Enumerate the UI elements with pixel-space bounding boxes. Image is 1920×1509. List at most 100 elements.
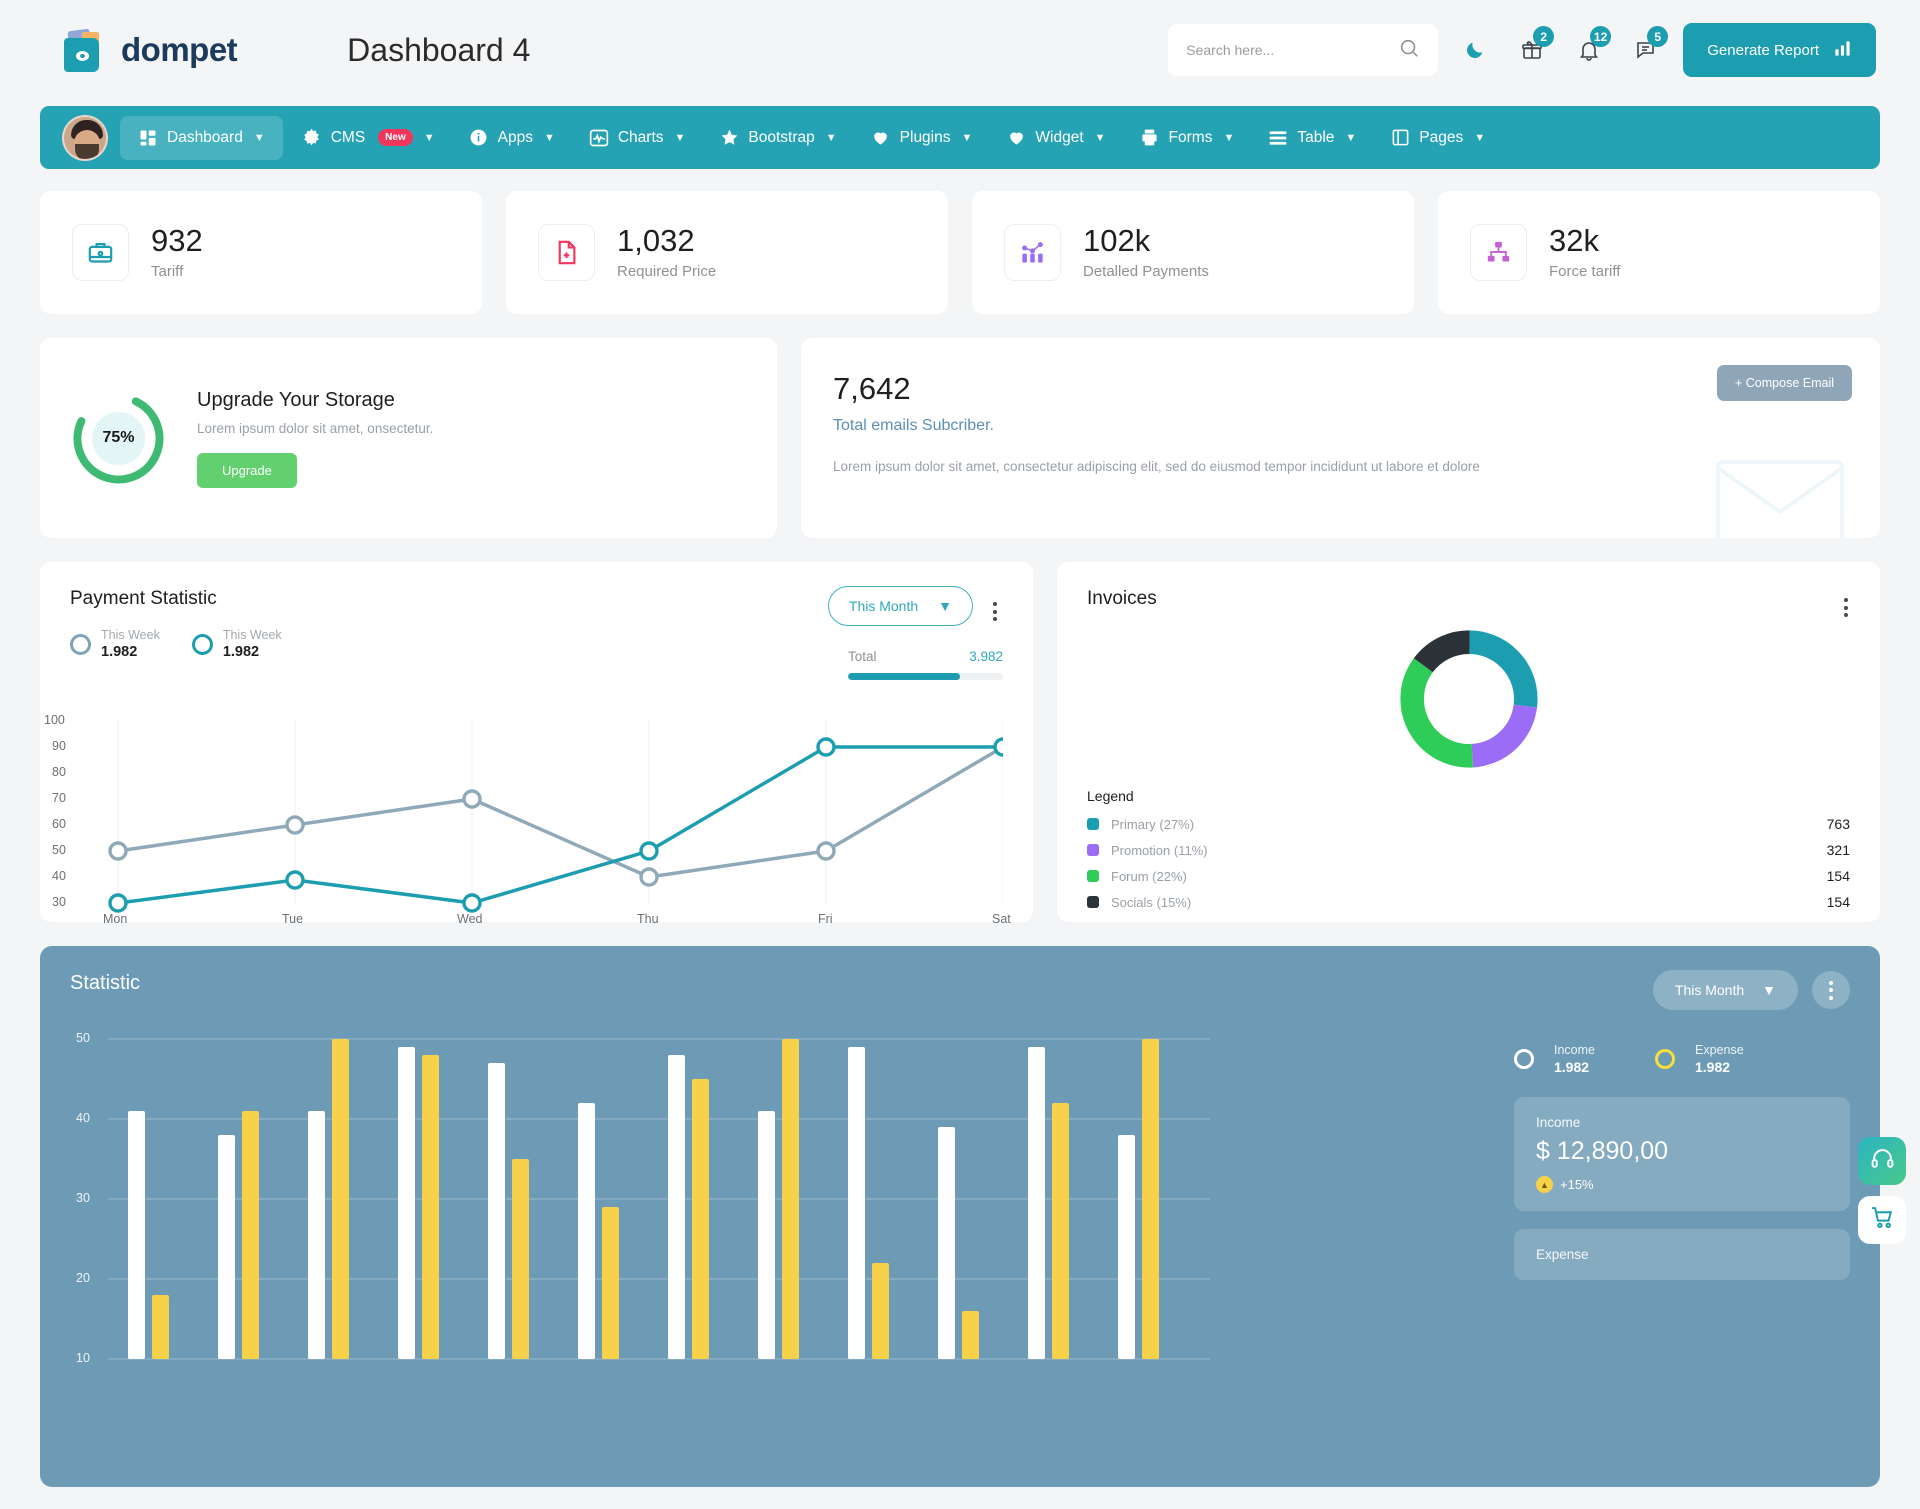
- email-subscriber-link[interactable]: Total emails Subcriber.: [833, 417, 1848, 435]
- search-icon[interactable]: [1398, 37, 1420, 64]
- statistic-menu-button[interactable]: [1812, 971, 1850, 1009]
- cart-button[interactable]: [1858, 1196, 1906, 1244]
- dark-mode-toggle[interactable]: [1455, 30, 1495, 70]
- nav-item-pages[interactable]: Pages ▼: [1375, 116, 1500, 160]
- stat-label: Force tariff: [1549, 263, 1621, 281]
- total-progress-bar: [848, 673, 1003, 680]
- info-icon: [469, 128, 489, 148]
- invoices-legend-title: Legend: [1087, 788, 1134, 804]
- stat-cards-row: 932 Tariff 1,032 Required Price 102k Det…: [40, 191, 1880, 314]
- legend-label: This Week: [101, 628, 160, 642]
- heart-icon: [1006, 128, 1026, 148]
- payment-statistic-card: Payment Statistic This Week 1.982 This W…: [40, 562, 1033, 926]
- nav-item-widget[interactable]: Widget ▼: [991, 116, 1120, 160]
- chevron-down-icon: ▼: [1223, 131, 1235, 144]
- nav-item-forms[interactable]: Forms ▼: [1125, 116, 1250, 160]
- statistic-bar-chart: 50 40 30 20 10: [70, 1015, 1486, 1435]
- chevron-down-icon: ▼: [1762, 982, 1776, 998]
- legend-label: Forum (22%): [1111, 868, 1187, 884]
- statistic-range-selector[interactable]: This Month ▼: [1652, 970, 1798, 1010]
- invoices-card: Invoices Legend Primary (27%) 763 Promot…: [1057, 562, 1880, 922]
- legend-item: Income 1.982: [1514, 1043, 1595, 1075]
- expense-label: Expense: [1536, 1247, 1589, 1262]
- legend-ring-icon: [70, 633, 91, 655]
- legend-label: Socials (15%): [1111, 894, 1192, 910]
- nav-item-plugins[interactable]: Plugins ▼: [856, 116, 988, 160]
- storage-progress-ring: 75%: [70, 390, 167, 487]
- legend-label: Income: [1554, 1043, 1595, 1057]
- gear-icon: [302, 128, 322, 148]
- invoices-menu-button[interactable]: [1838, 582, 1854, 633]
- nav-item-table[interactable]: Table ▼: [1253, 116, 1371, 160]
- app-header: dompet Dashboard 4 2: [0, 0, 1920, 100]
- notifications-button[interactable]: 12: [1569, 26, 1612, 70]
- arrow-up-icon: ▲: [1536, 1176, 1553, 1193]
- messages-badge: 5: [1647, 26, 1669, 47]
- stat-card-required-price[interactable]: 1,032 Required Price: [506, 191, 948, 314]
- page-icon: [1390, 128, 1410, 148]
- nav-item-dashboard[interactable]: Dashboard ▼: [120, 115, 283, 160]
- statistic-title: Statistic: [70, 972, 141, 994]
- legend-item: This Week 1.982: [191, 628, 282, 660]
- nav-item-cms[interactable]: CMS New ▼: [287, 116, 450, 160]
- dashboard-page: dompet Dashboard 4 2: [0, 0, 1920, 1509]
- legend-value: 1.982: [222, 644, 260, 660]
- chevron-down-icon: ▼: [938, 598, 952, 614]
- nav-item-charts[interactable]: Charts ▼: [574, 116, 701, 160]
- page-title: Dashboard 4: [347, 31, 531, 68]
- income-label: Income: [1536, 1115, 1581, 1130]
- gifts-button[interactable]: 2: [1512, 26, 1555, 70]
- heart-icon: [871, 128, 891, 148]
- sitemap-icon: [1470, 224, 1527, 281]
- logo-text: dompet: [121, 31, 238, 68]
- legend-label: Promotion (11%): [1111, 842, 1208, 858]
- legend-item: Expense 1.982: [1655, 1043, 1744, 1075]
- statistic-legend: Income 1.982 Expense 1.982: [1514, 1015, 1850, 1075]
- legend-color-swatch: [1087, 896, 1099, 908]
- file-plus-icon: [538, 224, 595, 281]
- chevron-down-icon: ▼: [825, 131, 837, 144]
- app-logo[interactable]: dompet: [56, 24, 238, 76]
- wallet-icon: [56, 24, 108, 76]
- stat-value: 932: [151, 222, 203, 258]
- storage-title: Upgrade Your Storage: [197, 388, 395, 411]
- legend-item: Forum (22%) 154: [1087, 868, 1850, 884]
- messages-button[interactable]: 5: [1626, 26, 1669, 70]
- generate-report-button[interactable]: Generate Report: [1683, 23, 1876, 77]
- avatar[interactable]: [62, 114, 108, 161]
- nav-item-bootstrap[interactable]: Bootstrap ▼: [704, 116, 851, 160]
- legend-label: This Week: [222, 628, 282, 642]
- compose-email-button[interactable]: + Compose Email: [1717, 365, 1852, 401]
- legend-value: 1.982: [1554, 1059, 1590, 1075]
- charts-row: Payment Statistic This Week 1.982 This W…: [40, 562, 1880, 926]
- star-icon: [719, 128, 739, 148]
- chevron-down-icon: ▼: [674, 131, 686, 144]
- nav-label: Bootstrap: [748, 128, 815, 146]
- legend-label: Expense: [1695, 1043, 1744, 1057]
- chevron-down-icon: ▼: [543, 131, 555, 144]
- grid-icon: [138, 128, 158, 148]
- briefcase-icon: [72, 224, 129, 281]
- statistic-range-label: This Month: [1674, 982, 1745, 998]
- generate-report-label: Generate Report: [1707, 41, 1819, 59]
- legend-label: Primary (27%): [1111, 816, 1195, 832]
- search-box[interactable]: [1168, 24, 1439, 76]
- pulse-icon: [589, 128, 609, 148]
- expense-summary-card: Expense: [1514, 1229, 1850, 1280]
- stat-value: 32k: [1549, 222, 1599, 258]
- chevron-down-icon: ▼: [1474, 131, 1486, 144]
- stat-card-force-tariff[interactable]: 32k Force tariff: [1438, 191, 1880, 314]
- payment-range-selector[interactable]: This Month ▼: [827, 586, 973, 626]
- nav-item-apps[interactable]: Apps ▼: [454, 116, 570, 160]
- cart-icon: [1870, 1205, 1895, 1235]
- nav-label: Pages: [1419, 128, 1464, 146]
- income-summary-card: Income $ 12,890,00 ▲ +15%: [1514, 1097, 1850, 1211]
- search-input[interactable]: [1186, 42, 1399, 58]
- stat-card-tariff[interactable]: 932 Tariff: [40, 191, 482, 314]
- chevron-down-icon: ▼: [253, 131, 265, 144]
- stat-card-detailed-payments[interactable]: 102k Detalled Payments: [972, 191, 1414, 314]
- payment-menu-button[interactable]: [987, 586, 1003, 637]
- support-chat-button[interactable]: [1858, 1137, 1906, 1185]
- chevron-down-icon: ▼: [1345, 131, 1357, 144]
- upgrade-button[interactable]: Upgrade: [197, 452, 297, 488]
